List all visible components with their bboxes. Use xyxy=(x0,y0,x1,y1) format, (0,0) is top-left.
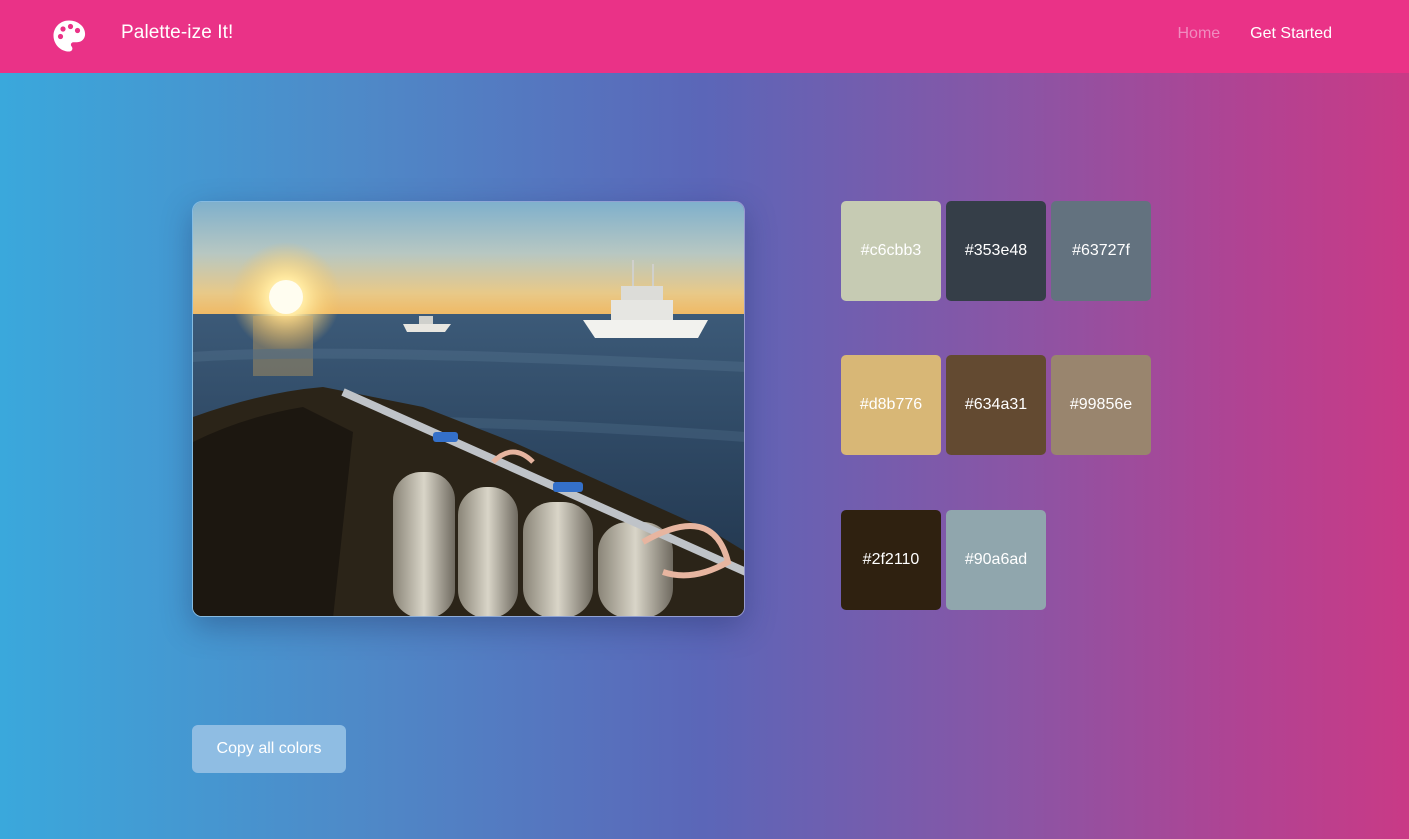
navbar: Palette-ize It! Home Get Started xyxy=(0,0,1409,73)
nav-link-get-started[interactable]: Get Started xyxy=(1250,25,1332,43)
color-swatch-2[interactable]: #353e48 xyxy=(946,201,1046,301)
palette-icon[interactable] xyxy=(52,19,86,53)
color-swatch-5[interactable]: #634a31 xyxy=(946,355,1046,455)
color-swatch-4[interactable]: #d8b776 xyxy=(841,355,941,455)
uploaded-photo xyxy=(192,201,745,617)
color-swatch-6[interactable]: #99856e xyxy=(1051,355,1151,455)
color-swatch-3[interactable]: #63727f xyxy=(1051,201,1151,301)
copy-all-colors-button[interactable]: Copy all colors xyxy=(192,725,346,773)
brand-title[interactable]: Palette-ize It! xyxy=(121,22,233,44)
nav-links: Home Get Started xyxy=(1177,25,1332,43)
color-swatch-7[interactable]: #2f2110 xyxy=(841,510,941,610)
nav-link-home[interactable]: Home xyxy=(1177,25,1220,43)
color-swatch-8[interactable]: #90a6ad xyxy=(946,510,1046,610)
color-swatch-1[interactable]: #c6cbb3 xyxy=(841,201,941,301)
